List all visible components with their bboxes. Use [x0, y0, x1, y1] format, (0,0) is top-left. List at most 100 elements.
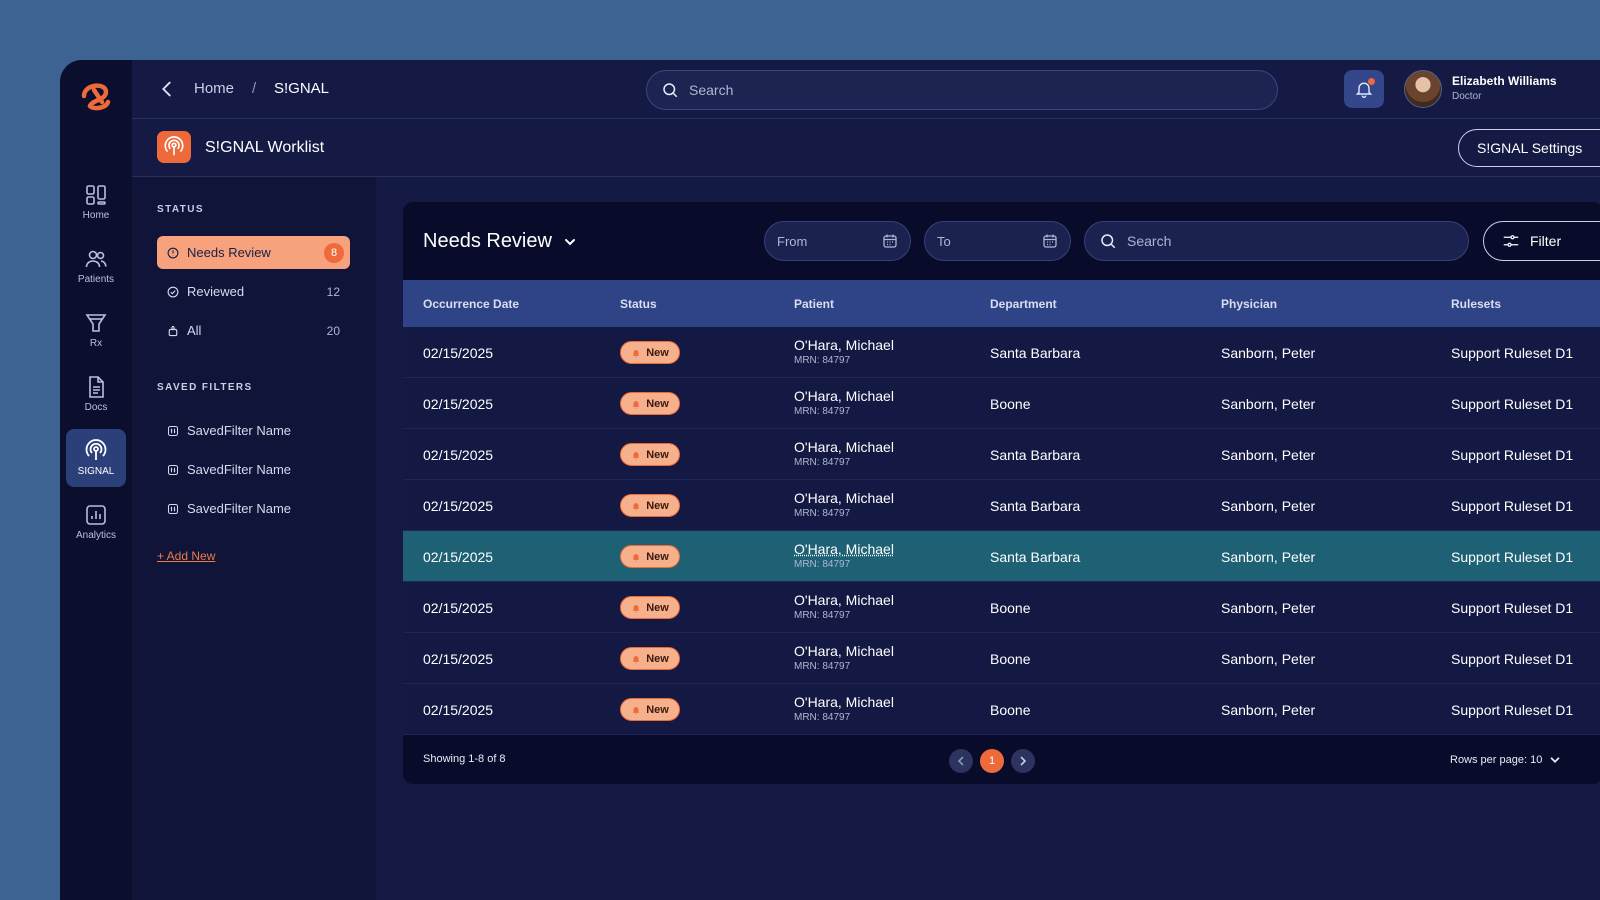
view-title: Needs Review	[423, 230, 552, 252]
rail-item-signal[interactable]: SIGNAL	[66, 429, 126, 487]
patient-name-link[interactable]: O'Hara, Michael	[794, 643, 894, 659]
column-header-status[interactable]: Status	[620, 297, 657, 311]
chevron-right-icon	[1020, 756, 1027, 766]
page-number-button[interactable]: 1	[980, 749, 1004, 773]
cell-physician: Sanborn, Peter	[1221, 498, 1316, 514]
table-row[interactable]: 02/15/2025 New O'Hara, Michael MRN: 8479…	[403, 429, 1600, 480]
breadcrumb-current: S!GNAL	[274, 80, 330, 97]
table-row[interactable]: 02/15/2025 New O'Hara, Michael MRN: 8479…	[403, 327, 1600, 378]
rail-item-label: Docs	[84, 402, 108, 413]
patient-mrn: MRN: 84797	[794, 610, 851, 621]
view-selector[interactable]: Needs Review	[423, 230, 578, 253]
date-from-field[interactable]: From	[764, 221, 911, 261]
bar-chart-icon	[86, 505, 106, 525]
bell-icon	[632, 706, 640, 715]
rail-item-analytics[interactable]: Analytics	[66, 493, 126, 551]
filter-button[interactable]: Filter	[1483, 221, 1600, 261]
global-search-input[interactable]	[689, 82, 1249, 98]
status-item-all[interactable]: All 20	[157, 314, 350, 347]
patient-name-link[interactable]: O'Hara, Michael	[794, 592, 894, 608]
cell-physician: Sanborn, Peter	[1221, 345, 1316, 361]
global-search	[646, 70, 1278, 110]
rail-item-home[interactable]: Home	[66, 173, 126, 231]
rail-item-label: Analytics	[75, 530, 116, 541]
search-icon	[663, 83, 678, 98]
cell-physician: Sanborn, Peter	[1221, 702, 1316, 718]
table-row[interactable]: 02/15/2025 New O'Hara, Michael MRN: 8479…	[403, 582, 1600, 633]
cell-department: Boone	[990, 396, 1031, 412]
column-header-department[interactable]: Department	[990, 297, 1057, 311]
saved-filter-icon	[167, 503, 179, 514]
patient-name-link[interactable]: O'Hara, Michael	[794, 439, 894, 455]
table-body: 02/15/2025 New O'Hara, Michael MRN: 8479…	[403, 327, 1600, 735]
cell-department: Santa Barbara	[990, 345, 1081, 361]
back-chevron-icon[interactable]	[156, 78, 178, 100]
column-header-patient[interactable]: Patient	[794, 297, 834, 311]
cell-department: Santa Barbara	[990, 447, 1081, 463]
status-badge-label: New	[646, 448, 669, 461]
pill-cup-icon	[85, 314, 107, 332]
saved-filter-item[interactable]: SavedFilter Name	[157, 453, 350, 486]
notification-dot	[1368, 78, 1375, 85]
user-avatar[interactable]	[1404, 70, 1442, 108]
patient-name-link[interactable]: O'Hara, Michael	[794, 541, 894, 557]
top-bar: Home / S!GNAL Elizabeth Williams Doctor	[132, 60, 1600, 119]
notifications-button[interactable]	[1344, 70, 1384, 108]
rows-per-page-select[interactable]: Rows per page: 10	[1450, 753, 1562, 767]
cell-ruleset: Support Ruleset D1	[1451, 600, 1574, 616]
patient-name-link[interactable]: O'Hara, Michael	[794, 337, 894, 353]
saved-filter-item[interactable]: SavedFilter Name	[157, 414, 350, 447]
table-row[interactable]: 02/15/2025 New O'Hara, Michael MRN: 8479…	[403, 633, 1600, 684]
patient-name-link[interactable]: O'Hara, Michael	[794, 694, 894, 710]
patient-name-link[interactable]: O'Hara, Michael	[794, 388, 894, 404]
table-row[interactable]: 02/15/2025 New O'Hara, Michael MRN: 8479…	[403, 531, 1600, 582]
patient-mrn: MRN: 84797	[794, 712, 851, 723]
app-logo-icon[interactable]	[76, 74, 116, 114]
status-item-label: All	[187, 323, 202, 338]
column-header-rulesets[interactable]: Rulesets	[1451, 297, 1501, 311]
saved-filter-icon	[167, 464, 179, 475]
status-badge: New	[620, 494, 680, 517]
status-badge-label: New	[646, 397, 669, 410]
column-header-occurrence-date[interactable]: Occurrence Date	[423, 297, 519, 311]
date-to-field[interactable]: To	[924, 221, 1071, 261]
patient-mrn: MRN: 84797	[794, 406, 851, 417]
broadcast-icon	[85, 439, 107, 460]
patient-mrn: MRN: 84797	[794, 661, 851, 672]
rail-item-patients[interactable]: Patients	[66, 237, 126, 295]
calendar-icon[interactable]	[882, 233, 898, 249]
calendar-icon[interactable]	[1042, 233, 1058, 249]
status-item-reviewed[interactable]: Reviewed 12	[157, 275, 350, 308]
add-new-filter-link[interactable]: + Add New	[157, 549, 215, 563]
bell-icon	[632, 502, 640, 511]
table-row[interactable]: 02/15/2025 New O'Hara, Michael MRN: 8479…	[403, 684, 1600, 735]
status-item-label: Needs Review	[187, 245, 271, 260]
status-badge-label: New	[646, 550, 669, 563]
next-page-button[interactable]	[1011, 749, 1035, 773]
table-search-input[interactable]	[1127, 233, 1447, 249]
cell-date: 02/15/2025	[423, 396, 494, 412]
chevron-down-icon	[1550, 757, 1560, 763]
rail-item-rx[interactable]: Rx	[66, 301, 126, 359]
table-row[interactable]: 02/15/2025 New O'Hara, Michael MRN: 8479…	[403, 480, 1600, 531]
status-item-needs-review[interactable]: Needs Review 8	[157, 236, 350, 269]
breadcrumb-home[interactable]: Home	[194, 80, 234, 97]
signal-settings-button[interactable]: S!GNAL Settings	[1458, 129, 1600, 167]
table-row[interactable]: 02/15/2025 New O'Hara, Michael MRN: 8479…	[403, 378, 1600, 429]
cell-date: 02/15/2025	[423, 549, 494, 565]
rail-item-docs[interactable]: Docs	[66, 365, 126, 423]
cell-patient: O'Hara, Michael MRN: 84797	[794, 694, 894, 723]
chevron-down-icon	[564, 238, 575, 245]
home-grid-icon	[86, 185, 106, 205]
user-name[interactable]: Elizabeth Williams	[1452, 74, 1557, 88]
rail-item-label: Rx	[89, 338, 103, 349]
column-header-physician[interactable]: Physician	[1221, 297, 1277, 311]
patient-name-link[interactable]: O'Hara, Michael	[794, 490, 894, 506]
status-badge: New	[620, 647, 680, 670]
status-badge-label: New	[646, 346, 669, 359]
status-badge: New	[620, 596, 680, 619]
previous-page-button[interactable]	[949, 749, 973, 773]
status-badge-label: New	[646, 499, 669, 512]
status-item-label: Reviewed	[187, 284, 245, 299]
saved-filter-item[interactable]: SavedFilter Name	[157, 492, 350, 525]
